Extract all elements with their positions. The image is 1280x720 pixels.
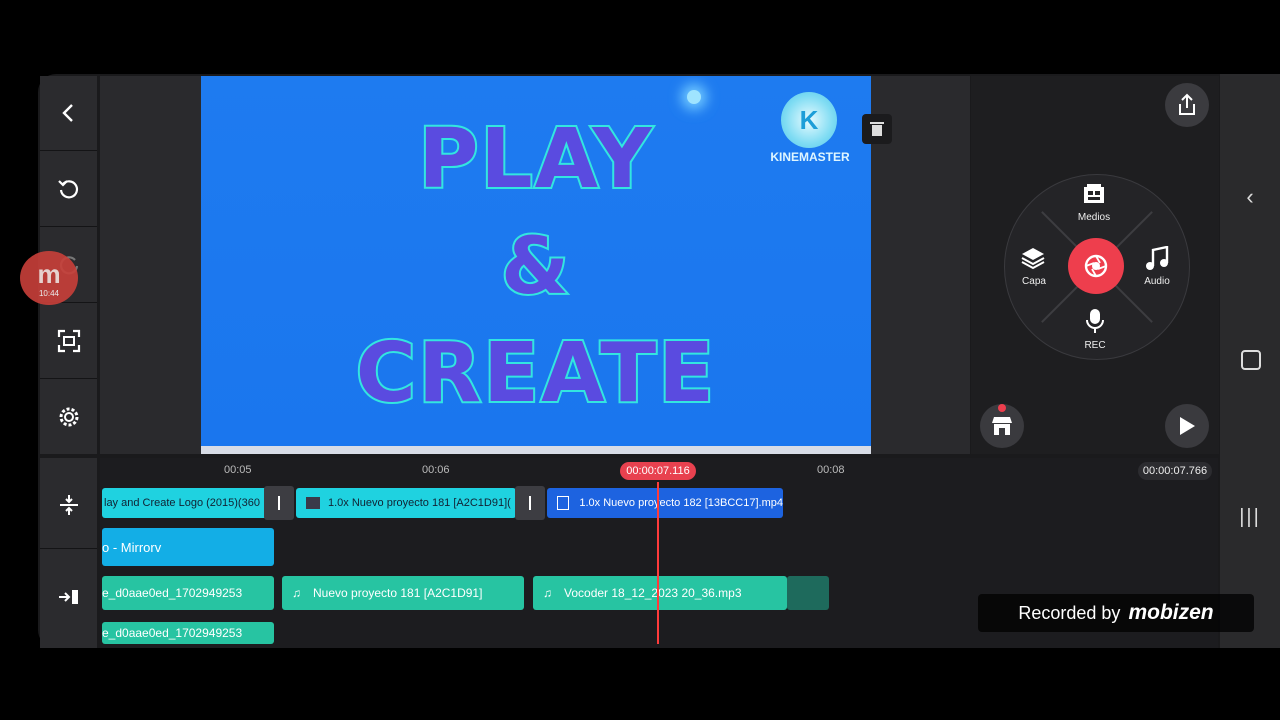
fullscreen-icon bbox=[57, 329, 80, 353]
microphone-icon bbox=[1086, 309, 1104, 333]
preview-title-ampersand: & bbox=[499, 220, 572, 314]
expand-vertical-icon bbox=[59, 495, 78, 515]
audio-label: Audio bbox=[1144, 276, 1170, 287]
recents-icon[interactable]: ||| bbox=[1220, 506, 1280, 529]
settings-button[interactable] bbox=[40, 380, 97, 454]
jump-to-end-button[interactable] bbox=[40, 554, 97, 640]
transition-bar bbox=[278, 496, 280, 510]
play-button[interactable] bbox=[1165, 404, 1209, 448]
audio-clip[interactable]: ♫ Vocoder 18_12_2023 20_36.mp3 bbox=[533, 576, 787, 610]
share-icon bbox=[1179, 93, 1195, 115]
kinemaster-logo: K bbox=[781, 92, 837, 148]
time-tick: 00:08 bbox=[817, 464, 845, 476]
playhead[interactable] bbox=[657, 482, 659, 644]
timeline-expand-button[interactable] bbox=[40, 462, 97, 549]
audio-button[interactable]: Audio bbox=[1127, 244, 1187, 290]
mobizen-time: 10:44 bbox=[38, 289, 60, 298]
light-sparkle bbox=[687, 90, 701, 104]
timeline-tools bbox=[40, 458, 97, 648]
delete-layer-button[interactable] bbox=[862, 114, 892, 144]
audio-clip[interactable]: e_d0aae0ed_1702949253 bbox=[102, 622, 274, 644]
music-note-icon bbox=[1146, 246, 1169, 270]
play-icon bbox=[1180, 417, 1195, 435]
end-time-badge: 00:00:07.766 bbox=[1138, 462, 1212, 480]
text-layer-clip[interactable]: o - Mirrorv bbox=[102, 528, 274, 566]
clip-label: lay and Create Logo (2015)(360 bbox=[104, 497, 260, 509]
video-clip[interactable]: 1.0x Nuevo proyecto 181 [A2C1D91]( bbox=[296, 488, 516, 518]
audio-clip-label: Nuevo proyecto 181 [A2C1D91] bbox=[313, 586, 483, 600]
recorded-by-text: Recorded by bbox=[1018, 602, 1121, 623]
back-chevron-icon[interactable]: ‹ bbox=[1220, 184, 1280, 210]
recorded-by-watermark: Recorded by mobizen bbox=[978, 594, 1254, 632]
film-icon bbox=[306, 497, 320, 509]
mobizen-brand: mobizen bbox=[1128, 601, 1214, 624]
capa-button[interactable]: Capa bbox=[1004, 244, 1064, 290]
fullscreen-button[interactable] bbox=[40, 304, 97, 379]
audio-clip-label: e_d0aae0ed_1702949253 bbox=[102, 626, 243, 640]
clip-label: 1.0x Nuevo proyecto 182 [13BCC17].mp4 bbox=[579, 497, 783, 509]
store-icon bbox=[992, 417, 1012, 435]
time-tick: 00:05 bbox=[224, 464, 252, 476]
gear-icon bbox=[59, 407, 78, 427]
trash-icon bbox=[870, 122, 884, 136]
transition-bar bbox=[529, 496, 531, 510]
back-arrow-icon bbox=[61, 104, 73, 122]
export-button[interactable] bbox=[1165, 83, 1209, 127]
transition-handle[interactable] bbox=[264, 486, 294, 520]
audio-clip-label: Vocoder 18_12_2023 20_36.mp3 bbox=[564, 586, 742, 600]
undo-icon bbox=[57, 180, 78, 199]
kinemaster-logo-text: KINEMASTER bbox=[770, 150, 850, 164]
video-clip-selected[interactable]: 1.0x Nuevo proyecto 182 [13BCC17].mp4 bbox=[547, 488, 783, 518]
medios-label: Medios bbox=[1077, 212, 1111, 223]
rec-voice-button[interactable]: REC bbox=[1065, 308, 1125, 354]
system-nav-bar: ‹ ||| bbox=[1220, 74, 1280, 648]
audio-clip-tail bbox=[787, 576, 829, 610]
time-tick: 00:06 bbox=[422, 464, 450, 476]
layers-icon bbox=[1021, 248, 1045, 270]
preview-title-create: CREATE bbox=[354, 324, 717, 423]
camera-shutter-icon bbox=[1084, 254, 1108, 278]
mobizen-floating-button[interactable]: m 10:44 bbox=[20, 251, 78, 305]
preview-bottom-bar bbox=[201, 446, 871, 454]
transition-handle[interactable] bbox=[515, 486, 545, 520]
audio-clip-label: e_d0aae0ed_1702949253 bbox=[102, 586, 243, 600]
capa-label: Capa bbox=[1022, 276, 1046, 287]
medios-button[interactable]: Medios bbox=[1064, 180, 1124, 226]
text-layer-label: o - Mirrorv bbox=[102, 539, 162, 555]
rec-label: REC bbox=[1084, 340, 1106, 351]
back-button[interactable] bbox=[40, 76, 97, 151]
music-note-icon: ♫ bbox=[292, 586, 301, 600]
home-square-icon[interactable] bbox=[1241, 350, 1261, 370]
film-icon bbox=[557, 496, 570, 510]
store-notification-dot bbox=[998, 404, 1006, 412]
audio-clip[interactable]: ♫ Nuevo proyecto 181 [A2C1D91] bbox=[282, 576, 524, 610]
media-icon bbox=[1084, 184, 1104, 203]
undo-button[interactable] bbox=[40, 152, 97, 227]
music-note-icon: ♫ bbox=[543, 586, 552, 600]
audio-clip[interactable]: e_d0aae0ed_1702949253 bbox=[102, 576, 274, 610]
jump-to-end-icon bbox=[58, 590, 78, 604]
record-capture-button[interactable] bbox=[1068, 238, 1124, 294]
current-time-badge: 00:00:07.116 bbox=[620, 462, 696, 480]
mobizen-m-icon: m bbox=[37, 259, 61, 289]
video-clip[interactable]: lay and Create Logo (2015)(360 bbox=[102, 488, 272, 518]
video-preview[interactable]: PLAY & CREATE K KINEMASTER bbox=[201, 76, 871, 454]
clip-label: 1.0x Nuevo proyecto 181 [A2C1D91]( bbox=[328, 497, 511, 509]
